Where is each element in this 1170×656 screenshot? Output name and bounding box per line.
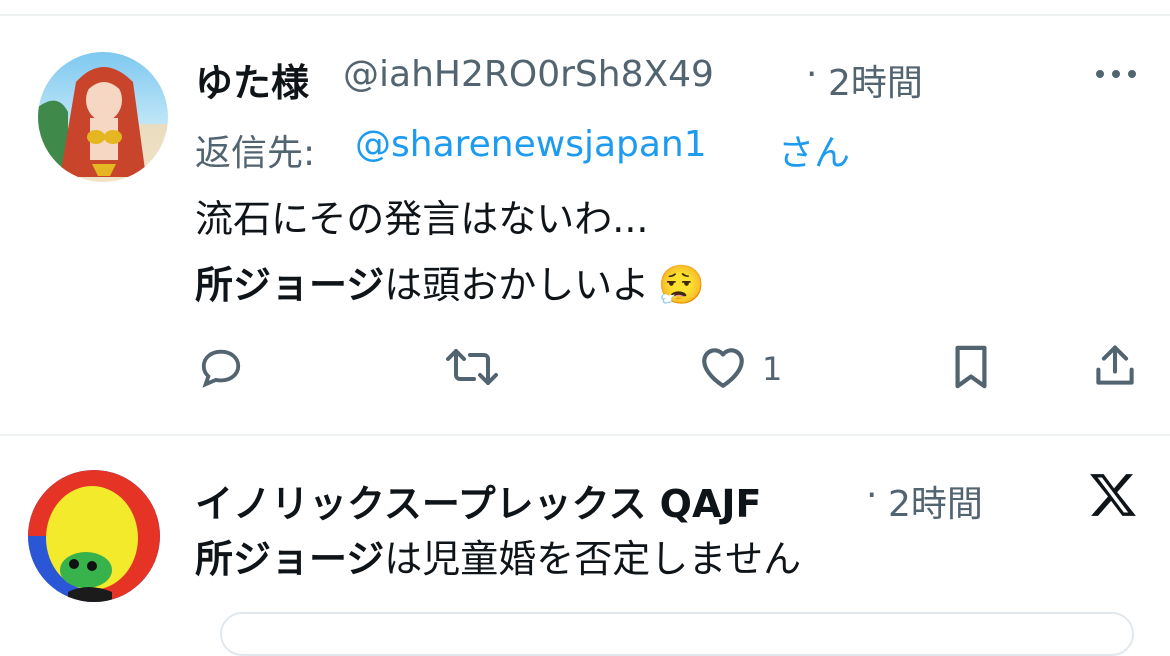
like-count: 1 [762,350,783,388]
reply-to-link[interactable]: @sharenewsjapan1 [355,124,707,165]
timestamp[interactable]: 2時間 [828,54,923,106]
avatar[interactable] [28,470,160,602]
mention-name: 所ジョージ [195,537,385,581]
tweet-text-line-2: 所ジョージは頭おかしいよ 😮‍💨 [195,266,705,304]
reply-to-suffix: さん [778,133,851,174]
display-name[interactable]: ゆた様 [195,52,309,107]
retweet-icon[interactable] [444,342,500,392]
tweet-text-rest: は頭おかしいよ [384,263,650,307]
more-icon[interactable] [1092,60,1140,88]
tweet-divider [0,434,1170,436]
share-icon[interactable] [1090,340,1140,392]
reply-to-label: 返信先: [195,133,316,174]
tweet-text-line-1: 流石にその発言はないわ... [195,197,649,241]
top-divider [0,14,1170,16]
mention-name: 所ジョージ [195,263,385,307]
exhale-face-emoji: 😮‍💨 [657,263,705,307]
separator-dot: · [806,54,818,95]
separator-dot: · [866,475,878,516]
display-name[interactable]: イノリックスープレックス QAJF [195,473,761,528]
reply-icon[interactable] [196,342,246,392]
handle[interactable]: @iahH2RO0rSh8X49 [343,54,714,95]
timestamp[interactable]: 2時間 [888,475,983,527]
x-logo-icon[interactable] [1084,470,1142,520]
avatar[interactable] [38,52,168,182]
bookmark-icon[interactable] [948,342,994,392]
tweet-text-rest: は児童婚を否定しません [384,537,802,581]
tweet-text-line-1: 所ジョージは児童婚を否定しません [195,540,801,578]
like-icon[interactable] [696,342,750,392]
